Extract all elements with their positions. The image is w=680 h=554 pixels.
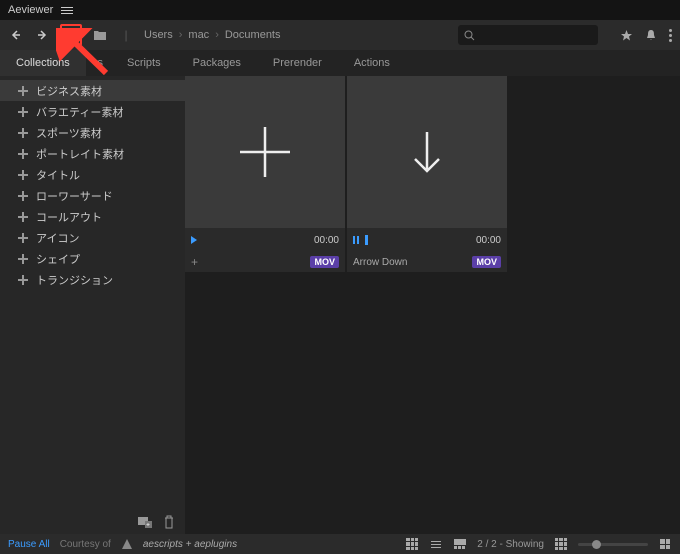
tab-scripts[interactable]: Scripts <box>111 50 177 76</box>
app-title: Aeviewer <box>8 4 53 16</box>
plus-icon <box>18 212 28 222</box>
main-content: 00:00 + MOV 00:00 Arrow Down M <box>185 76 680 534</box>
file-name: Arrow Down <box>353 257 407 268</box>
breadcrumb: Users › mac › Documents <box>144 29 281 41</box>
tab-collections[interactable]: Collections <box>0 50 86 76</box>
time-label: 00:00 <box>314 235 339 246</box>
sidebar: ビジネス素材 バラエティー素材 スポーツ素材 ポートレイト素材 タイトル ローワ… <box>0 76 185 534</box>
file-card[interactable]: 00:00 Arrow Down MOV <box>347 76 507 272</box>
sidebar-actions <box>0 510 185 534</box>
zoom-slider[interactable] <box>578 543 648 546</box>
title-bar: Aeviewer <box>0 0 680 20</box>
sidebar-item-label: ポートレイト素材 <box>36 146 124 162</box>
playback-row: 00:00 <box>185 228 345 252</box>
sidebar-item[interactable]: トランジション <box>0 269 185 290</box>
sidebar-item-label: アイコン <box>36 230 79 246</box>
ae-logo-icon <box>121 538 133 550</box>
slider-thumb[interactable] <box>592 540 601 549</box>
sidebar-item-label: コールアウト <box>36 209 102 225</box>
plus-icon <box>18 254 28 264</box>
pause-all-button[interactable]: Pause All <box>8 539 50 550</box>
pause-icon[interactable] <box>353 236 359 244</box>
plus-icon <box>18 233 28 243</box>
filmstrip-icon[interactable] <box>453 537 467 551</box>
plus-icon <box>18 149 28 159</box>
star-icon[interactable] <box>620 29 633 42</box>
bell-icon[interactable] <box>645 29 657 42</box>
sidebar-item[interactable]: スポーツ素材 <box>0 122 185 143</box>
sidebar-item-label: ローワーサード <box>36 188 113 204</box>
large-grid-icon[interactable] <box>658 537 672 551</box>
sidebar-item[interactable]: シェイプ <box>0 248 185 269</box>
divider-icon: | <box>118 27 134 43</box>
plus-icon <box>18 191 28 201</box>
sidebar-item-label: トランジション <box>36 272 113 288</box>
tab-prerender[interactable]: Prerender <box>257 50 338 76</box>
more-icon[interactable] <box>669 29 672 42</box>
sidebar-item-label: スポーツ素材 <box>36 125 102 141</box>
trash-icon[interactable] <box>163 515 175 529</box>
file-info-row: Arrow Down MOV <box>347 252 507 272</box>
thumbnail-row: 00:00 + MOV 00:00 Arrow Down M <box>185 76 680 272</box>
sidebar-item-label: バラエティー素材 <box>36 104 123 120</box>
breadcrumb-item[interactable]: Users <box>144 29 173 41</box>
preview-arrow-down <box>347 76 507 228</box>
sidebar-item-label: ビジネス素材 <box>36 83 102 99</box>
file-card[interactable]: 00:00 + MOV <box>185 76 345 272</box>
sidebar-item-label: タイトル <box>36 167 80 183</box>
chevron-right-icon: › <box>179 29 183 41</box>
sidebar-item[interactable]: ビジネス素材 <box>0 80 185 101</box>
search-input[interactable] <box>458 25 598 45</box>
plus-icon <box>18 128 28 138</box>
playback-row: 00:00 <box>347 228 507 252</box>
back-button[interactable] <box>8 27 24 43</box>
tab-actions[interactable]: Actions <box>338 50 406 76</box>
small-grid-icon[interactable] <box>554 537 568 551</box>
play-icon[interactable] <box>191 236 197 244</box>
plus-icon <box>18 275 28 285</box>
refresh-button-highlighted[interactable] <box>60 24 82 46</box>
sidebar-item[interactable]: タイトル <box>0 164 185 185</box>
footer: Pause All Courtesy of aescripts + aeplug… <box>0 534 680 554</box>
menu-icon[interactable] <box>61 7 73 14</box>
grid-view-icon[interactable] <box>405 537 419 551</box>
forward-button[interactable] <box>34 27 50 43</box>
add-icon[interactable]: + <box>191 255 198 269</box>
sidebar-item[interactable]: ポートレイト素材 <box>0 143 185 164</box>
plus-icon <box>18 107 28 117</box>
preview-plus <box>185 76 345 228</box>
sidebar-item[interactable]: ローワーサード <box>0 185 185 206</box>
tab-rs[interactable]: rs <box>86 50 111 76</box>
format-badge: MOV <box>310 256 339 268</box>
toolbar: | Users › mac › Documents <box>0 20 680 50</box>
sidebar-item-label: シェイプ <box>36 251 80 267</box>
sidebar-item[interactable]: アイコン <box>0 227 185 248</box>
courtesy-label: Courtesy of <box>60 539 111 550</box>
breadcrumb-item[interactable]: Documents <box>225 29 281 41</box>
progress-marker[interactable] <box>365 235 368 245</box>
format-badge: MOV <box>472 256 501 268</box>
tab-bar: Collections rs Scripts Packages Prerende… <box>0 50 680 76</box>
aescripts-link[interactable]: aescripts + aeplugins <box>143 539 237 550</box>
search-icon <box>464 30 475 41</box>
time-label: 00:00 <box>476 235 501 246</box>
plus-icon <box>18 86 28 96</box>
tab-packages[interactable]: Packages <box>177 50 257 76</box>
sidebar-item[interactable]: バラエティー素材 <box>0 101 185 122</box>
breadcrumb-item[interactable]: mac <box>188 29 209 41</box>
chevron-right-icon: › <box>215 29 219 41</box>
status-label: 2 / 2 - Showing <box>477 539 544 550</box>
sidebar-item[interactable]: コールアウト <box>0 206 185 227</box>
plus-icon <box>18 170 28 180</box>
file-info-row: + MOV <box>185 252 345 272</box>
folder-icon[interactable] <box>92 27 108 43</box>
add-folder-icon[interactable] <box>137 515 153 529</box>
list-view-icon[interactable] <box>429 537 443 551</box>
